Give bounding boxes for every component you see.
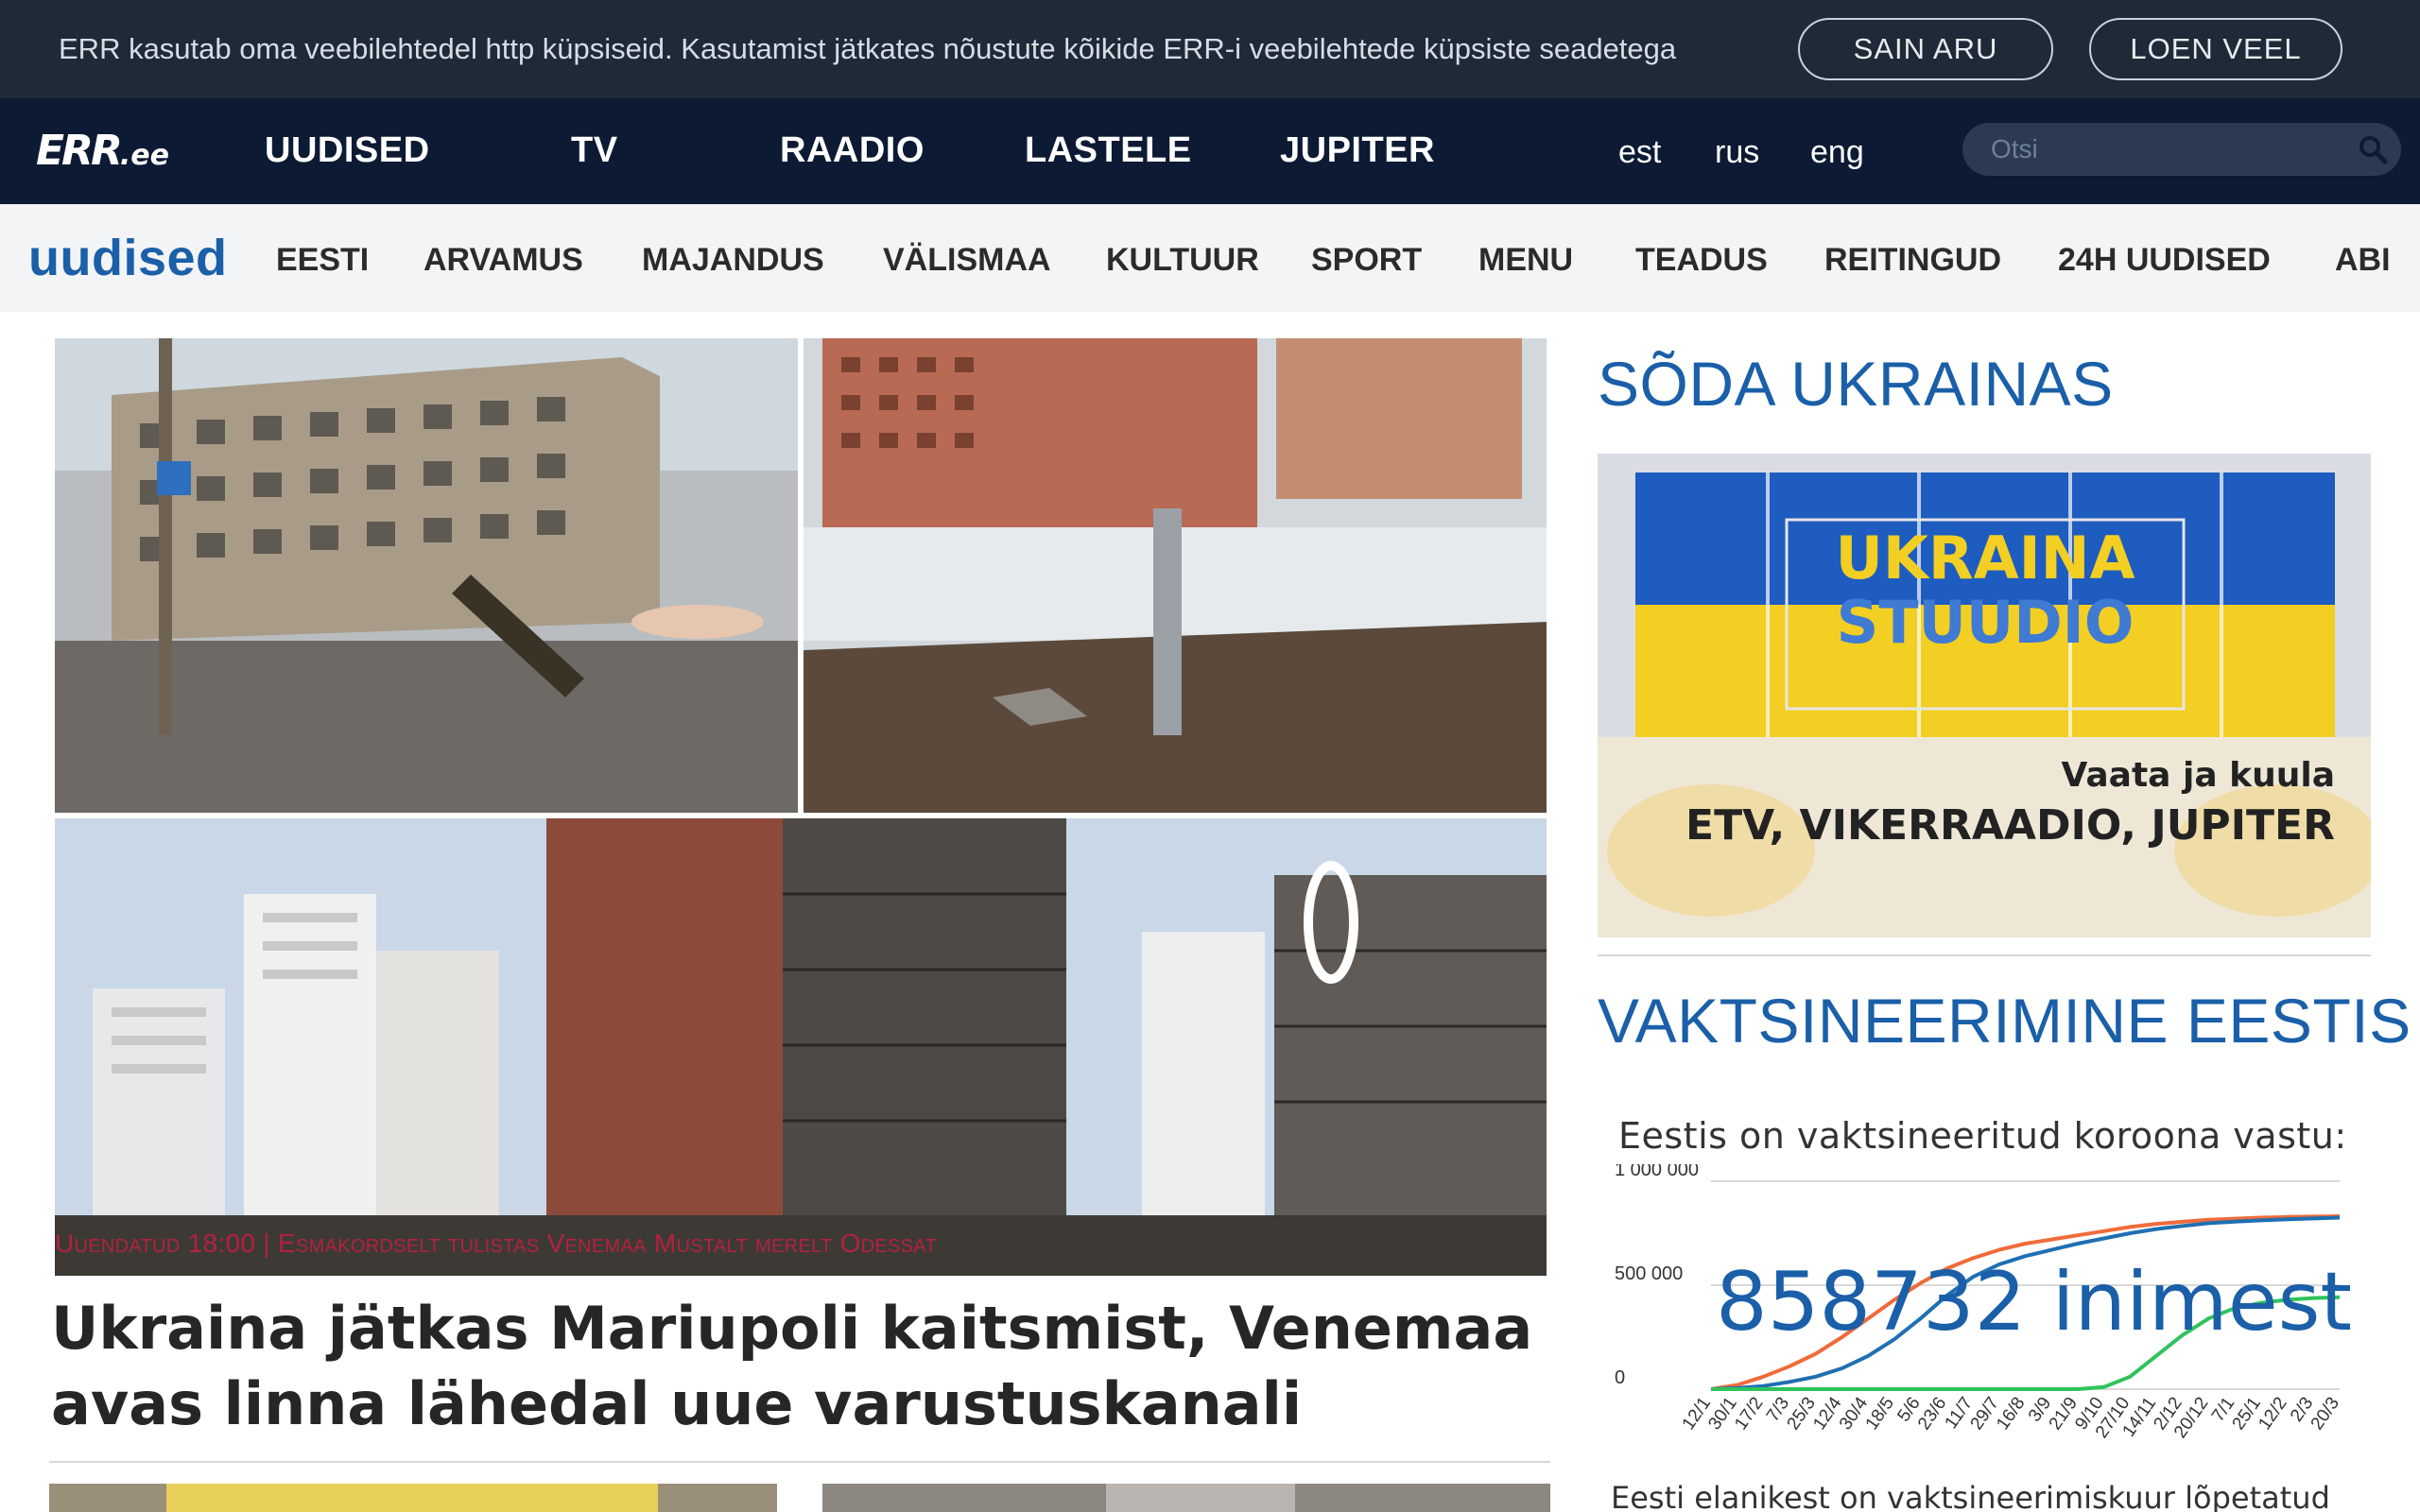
vaccination-heading[interactable]: VAKTSINEERIMINE EESTIS — [1598, 985, 2411, 1057]
chart-x-tick-label: 30/1 — [1704, 1394, 1740, 1434]
sec-item-sport[interactable]: SPORT — [1311, 242, 1422, 279]
sec-item-teadus[interactable]: TEADUS — [1635, 242, 1768, 279]
sec-item-valismaa[interactable]: VÄLISMAA — [883, 242, 1051, 279]
vaccination-footer-text: Eesti elanikest on vaktsineerimiskuur lõ… — [1611, 1480, 2330, 1512]
chart-x-tick-label: 12/1 — [1679, 1394, 1715, 1434]
lang-eng[interactable]: eng — [1810, 134, 1864, 171]
ukraina-stuudio-banner[interactable]: UKRAINA STUUDIO Vaata ja kuula ETV, VIKE… — [1598, 454, 2371, 937]
section-navigation: uudised EESTI ARVAMUS MAJANDUS VÄLISMAA … — [0, 204, 2420, 312]
hero-photo-crater — [804, 338, 1547, 813]
cookie-text: ERR kasutab oma veebilehtedel http küpsi… — [59, 32, 1677, 65]
sec-item-majandus[interactable]: MAJANDUS — [642, 242, 824, 279]
cookie-banner: ERR kasutab oma veebilehtedel http küpsi… — [0, 0, 2420, 98]
search-icon[interactable] — [2356, 132, 2390, 166]
chart-x-tick-label: 17/2 — [1731, 1394, 1767, 1434]
search-box — [1962, 123, 2401, 176]
main-navigation: ERR .ee UUDISED TV RAADIO LASTELE JUPITE… — [0, 98, 2420, 204]
banner-channels: ETV, VIKERRAADIO, JUPITER — [1685, 801, 2335, 850]
banner-title-line2: STUUDIO — [1837, 588, 2135, 657]
sec-item-kultuur[interactable]: KULTUUR — [1106, 242, 1259, 279]
chart-x-tick-label: 18/5 — [1862, 1394, 1898, 1434]
search-input[interactable] — [1991, 130, 2341, 168]
sidebar-divider — [1598, 954, 2371, 956]
lang-rus[interactable]: rus — [1715, 134, 1759, 171]
sec-item-24h-uudised[interactable]: 24H UUDISED — [2058, 242, 2271, 279]
chart-x-tick-label: 25/3 — [1784, 1394, 1820, 1434]
banner-title-line1: UKRAINA — [1835, 524, 2135, 593]
sec-item-menu[interactable]: MENU — [1478, 242, 1573, 279]
hero-photo-street — [55, 338, 798, 813]
nav-lastele[interactable]: LASTELE — [1025, 130, 1192, 171]
section-title[interactable]: uudised — [28, 229, 228, 287]
sec-item-abi[interactable]: ABI — [2335, 242, 2391, 279]
chart-annotation-count: 858732 inimest — [1716, 1255, 2352, 1349]
chart-x-tick-label: 29/7 — [1966, 1394, 2002, 1434]
chart-x-tick-label: 21/9 — [2046, 1394, 2082, 1434]
chart-y-tick-label: 0 — [1615, 1367, 1625, 1388]
lang-est[interactable]: est — [1618, 134, 1661, 171]
chart-x-tick-label: 12/2 — [2255, 1394, 2290, 1434]
vaccination-subtitle: Eestis on vaktsineeritud koroona vastu: — [1618, 1115, 2347, 1157]
hero-photo-destroyed-building — [55, 818, 1547, 1276]
article-thumbnail-2[interactable] — [822, 1484, 1550, 1512]
nav-jupiter[interactable]: JUPITER — [1280, 130, 1435, 171]
banner-tagline: Vaata ja kuula — [2061, 756, 2335, 795]
chart-x-tick-label: 23/6 — [1914, 1394, 1950, 1434]
err-logo[interactable]: ERR .ee — [36, 127, 169, 176]
nav-tv[interactable]: TV — [571, 130, 618, 171]
hero-caption[interactable]: Uuendatud 18:00 | Esmakordselt tulistas … — [55, 1228, 1284, 1259]
logo-tld: .ee — [119, 139, 169, 172]
chart-x-tick-label: 16/8 — [1993, 1394, 2029, 1434]
chart-y-tick-label: 1 000 000 — [1615, 1164, 1699, 1180]
chart-x-tick-label: 25/1 — [2229, 1394, 2265, 1434]
sec-item-arvamus[interactable]: ARVAMUS — [424, 242, 583, 279]
chart-y-tick-label: 500 000 — [1615, 1263, 1683, 1284]
war-heading[interactable]: SÕDA UKRAINAS — [1598, 348, 2114, 420]
content-divider — [49, 1461, 1550, 1463]
hero-headline[interactable]: Ukraina jätkas Mariupoli kaitsmist, Vene… — [51, 1291, 1564, 1442]
nav-raadio[interactable]: RAADIO — [780, 130, 925, 171]
cookie-more-button[interactable]: LOEN VEEL — [2089, 18, 2342, 80]
chart-x-tick-label: 20/3 — [2308, 1394, 2343, 1434]
logo-mark: ERR — [36, 127, 123, 175]
chart-x-tick-label: 30/4 — [1836, 1393, 1873, 1434]
hero-image-collage[interactable] — [55, 338, 1547, 1276]
article-thumbnail-1[interactable] — [49, 1484, 777, 1512]
chart-x-tick-label: 12/4 — [1809, 1393, 1846, 1434]
sec-item-reitingud[interactable]: REITINGUD — [1824, 242, 2001, 279]
cookie-accept-button[interactable]: SAIN ARU — [1798, 18, 2053, 80]
nav-uudised[interactable]: UUDISED — [265, 130, 430, 171]
sec-item-eesti[interactable]: EESTI — [276, 242, 369, 279]
vaccination-chart[interactable]: 1 000 000500 000012/130/117/27/325/312/4… — [1607, 1164, 2363, 1457]
